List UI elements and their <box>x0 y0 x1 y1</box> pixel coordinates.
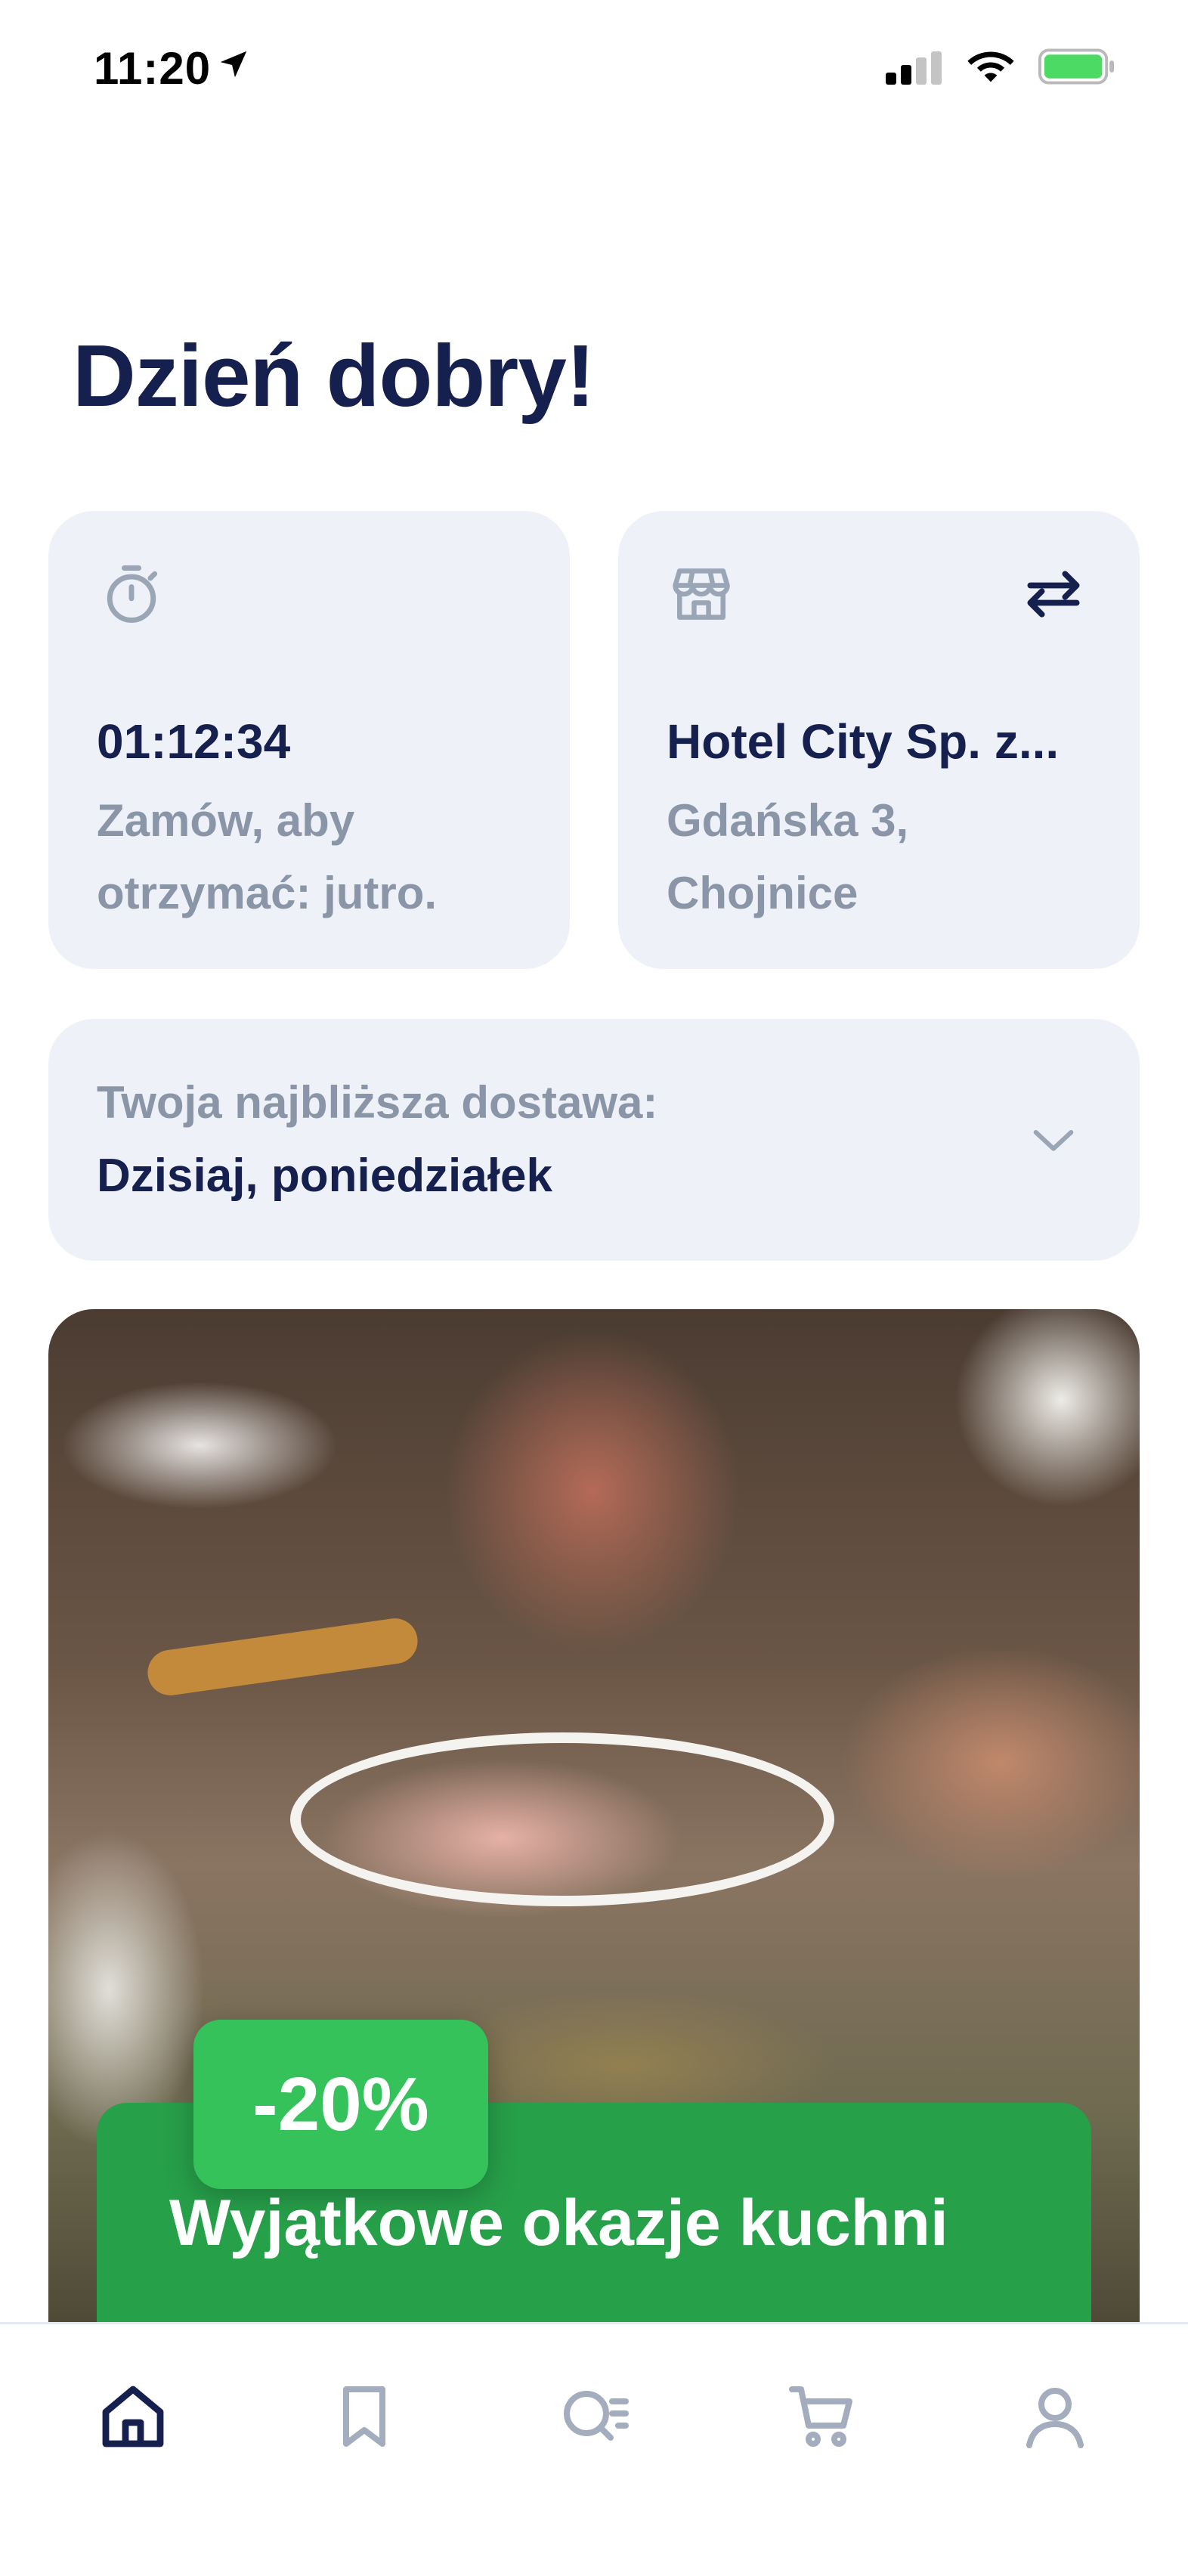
tab-profile[interactable] <box>1002 2364 1108 2469</box>
countdown-timer: 01:12:34 <box>97 714 291 769</box>
tab-home[interactable] <box>80 2364 186 2469</box>
discount-badge-text: -20% <box>252 2062 429 2147</box>
promo-photo-plate <box>290 1732 834 1906</box>
search-list-icon <box>564 2391 629 2441</box>
delivery-value: Dzisiaj, poniedziałek <box>97 1150 552 1202</box>
cart-icon <box>789 2386 852 2447</box>
bottom-tab-bar <box>0 2322 1188 2576</box>
wifi-icon <box>967 51 1014 82</box>
order-deadline-text: Zamów, aby otrzymać: jutro. <box>97 795 438 918</box>
promo-title: Wyjątkowe okazje kuchni <box>169 2187 948 2259</box>
tab-cart[interactable] <box>769 2364 875 2469</box>
tab-bookmarks[interactable] <box>311 2364 417 2469</box>
tab-search[interactable] <box>543 2364 648 2469</box>
promo-photo-knife <box>144 1615 421 1698</box>
delivery-label: Twoja najbliższa dostawa: <box>97 1077 658 1128</box>
home-icon <box>102 2386 164 2448</box>
store-name: Hotel City Sp. z... <box>667 714 1060 769</box>
status-bar: 11:20 <box>0 0 1188 136</box>
user-icon <box>1026 2388 1084 2448</box>
bookmark-icon <box>343 2386 385 2447</box>
store-card[interactable]: Hotel City Sp. z... Gdańska 3, Chojnice <box>618 511 1140 969</box>
next-delivery-dropdown[interactable]: Twoja najbliższa dostawa: Dzisiaj, ponie… <box>48 1019 1140 1261</box>
location-arrow-icon <box>220 51 247 78</box>
cellular-signal-icon <box>886 51 942 85</box>
promo-banner[interactable]: -20% Wyjątkowe okazje kuchni <box>48 1309 1140 2322</box>
greeting-title: Dzień dobry! <box>73 327 595 425</box>
swap-arrows-icon[interactable] <box>1019 559 1088 629</box>
store-icon <box>673 568 730 620</box>
stopwatch-icon <box>107 565 158 623</box>
store-address: Gdańska 3, Chojnice <box>667 795 909 918</box>
chevron-down-icon[interactable] <box>1023 1110 1084 1170</box>
status-time: 11:20 <box>94 43 212 94</box>
battery-icon <box>1038 48 1115 85</box>
discount-badge: -20% <box>193 2020 488 2189</box>
order-deadline-card[interactable]: 01:12:34 Zamów, aby otrzymać: jutro. <box>48 511 570 969</box>
